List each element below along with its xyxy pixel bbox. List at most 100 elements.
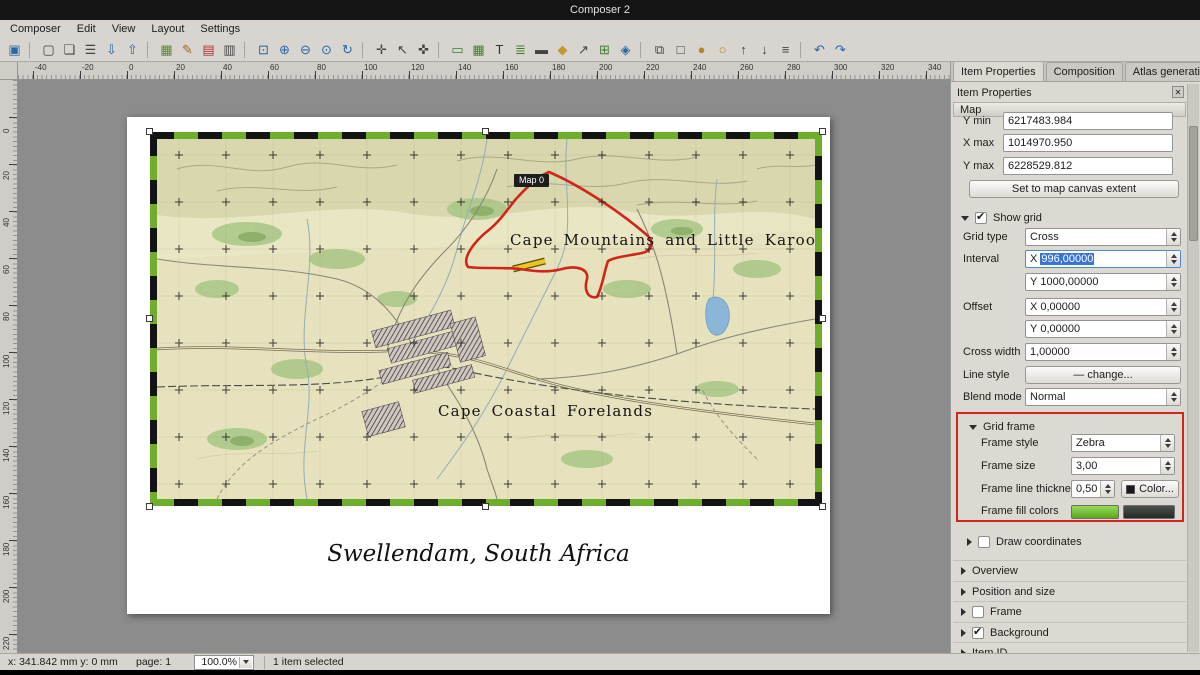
- selection-handle[interactable]: [146, 503, 153, 510]
- selection-handle[interactable]: [819, 128, 826, 135]
- panel-close-icon[interactable]: [1172, 86, 1184, 98]
- add-shape-icon[interactable]: ◆: [552, 40, 573, 60]
- x-max-input[interactable]: 1014970.950: [1003, 134, 1173, 152]
- add-image-icon[interactable]: ▦: [468, 40, 489, 60]
- add-map-icon[interactable]: ▭: [447, 40, 468, 60]
- selection-handle[interactable]: [482, 128, 489, 135]
- tab-composition[interactable]: Composition: [1046, 62, 1123, 81]
- chevron-down-icon[interactable]: [239, 657, 252, 668]
- add-scalebar-icon[interactable]: ▬: [531, 40, 552, 60]
- load-template-icon[interactable]: ⇩: [101, 40, 122, 60]
- set-to-map-canvas-extent-button[interactable]: Set to map canvas extent: [969, 180, 1179, 198]
- expand-arrow-icon[interactable]: [967, 538, 972, 546]
- move-item-content-icon[interactable]: ✜: [413, 40, 434, 60]
- add-table-icon[interactable]: ⊞: [594, 40, 615, 60]
- selection-handle[interactable]: [146, 128, 153, 135]
- spinner-arrows-icon[interactable]: [1160, 458, 1174, 474]
- spinner-arrows-icon[interactable]: [1160, 435, 1174, 451]
- frame-fill-color2-button[interactable]: [1123, 505, 1175, 519]
- save-project-icon[interactable]: ▣: [4, 40, 25, 60]
- zoom-in-icon[interactable]: ⊕: [274, 40, 295, 60]
- export-image-icon[interactable]: ▦: [156, 40, 177, 60]
- tab-atlas-generation[interactable]: Atlas generation: [1125, 62, 1200, 81]
- frame-color-button[interactable]: Color...: [1121, 480, 1179, 498]
- select-move-item-icon[interactable]: ↖: [392, 40, 413, 60]
- selection-handle[interactable]: [146, 315, 153, 322]
- scrollbar-thumb[interactable]: [1189, 126, 1198, 241]
- menu-settings[interactable]: Settings: [192, 22, 248, 36]
- add-arrow-icon[interactable]: ↗: [573, 40, 594, 60]
- align-items-icon[interactable]: ≡: [775, 40, 796, 60]
- composition-title-label[interactable]: Swellendam, South Africa: [127, 541, 830, 567]
- expand-arrow-icon[interactable]: [961, 588, 966, 596]
- redo-icon[interactable]: ↷: [830, 40, 851, 60]
- offset-y-spinbox[interactable]: Y 0,00000: [1025, 320, 1181, 338]
- unlock-items-icon[interactable]: ○: [712, 40, 733, 60]
- composition-page[interactable]: Map 0 Cape Mountains and Little Karoo Ca…: [127, 117, 830, 614]
- show-grid-checkbox[interactable]: [975, 212, 987, 224]
- new-composer-icon[interactable]: ▢: [38, 40, 59, 60]
- offset-x-spinbox[interactable]: X 0,00000: [1025, 298, 1181, 316]
- expand-arrow-icon[interactable]: [961, 567, 966, 575]
- line-style-change-button[interactable]: — change...: [1025, 366, 1181, 384]
- spinner-arrows-icon[interactable]: [1166, 389, 1180, 405]
- menu-composer[interactable]: Composer: [2, 22, 69, 36]
- spinner-arrows-icon[interactable]: [1166, 321, 1180, 337]
- y-min-input[interactable]: 6217483.984: [1003, 112, 1173, 130]
- frame-checkbox[interactable]: [972, 606, 984, 618]
- interval-x-spinbox[interactable]: X 996,00000: [1025, 250, 1181, 268]
- grid-type-combobox[interactable]: Cross: [1025, 228, 1181, 246]
- frame-style-combobox[interactable]: Zebra: [1071, 434, 1175, 452]
- menu-view[interactable]: View: [104, 22, 144, 36]
- panel-scrollbar[interactable]: [1187, 84, 1199, 652]
- lower-items-icon[interactable]: ↓: [754, 40, 775, 60]
- spinner-arrows-icon[interactable]: [1166, 344, 1180, 360]
- expand-arrow-icon[interactable]: [961, 608, 966, 616]
- interval-y-spinbox[interactable]: Y 1000,00000: [1025, 273, 1181, 291]
- zoom-full-icon[interactable]: ⊡: [253, 40, 274, 60]
- ungroup-items-icon[interactable]: □: [670, 40, 691, 60]
- blend-mode-combobox[interactable]: Normal: [1025, 388, 1181, 406]
- print-icon[interactable]: ▥: [219, 40, 240, 60]
- frame-line-thickness-spinbox[interactable]: 0,50: [1071, 480, 1115, 498]
- pan-icon[interactable]: ✛: [371, 40, 392, 60]
- group-items-icon[interactable]: ⧉: [649, 40, 670, 60]
- tab-item-properties[interactable]: Item Properties: [953, 62, 1044, 81]
- y-max-input[interactable]: 6228529.812: [1003, 157, 1173, 175]
- add-html-icon[interactable]: ◈: [615, 40, 636, 60]
- save-template-icon[interactable]: ⇧: [122, 40, 143, 60]
- zoom-level-combobox[interactable]: 100.0%: [194, 655, 254, 670]
- map-item[interactable]: Map 0 Cape Mountains and Little Karoo Ca…: [150, 132, 822, 506]
- composer-manager-icon[interactable]: ☰: [80, 40, 101, 60]
- menu-edit[interactable]: Edit: [69, 22, 104, 36]
- duplicate-composer-icon[interactable]: ❏: [59, 40, 80, 60]
- spinner-arrows-icon[interactable]: [1166, 251, 1180, 267]
- add-label-icon[interactable]: T: [489, 40, 510, 60]
- raise-items-icon[interactable]: ↑: [733, 40, 754, 60]
- spinner-arrows-icon[interactable]: [1166, 229, 1180, 245]
- zoom-actual-icon[interactable]: ⊙: [316, 40, 337, 60]
- zoom-out-icon[interactable]: ⊖: [295, 40, 316, 60]
- selection-handle[interactable]: [482, 503, 489, 510]
- selection-handle[interactable]: [819, 315, 826, 322]
- frame-size-spinbox[interactable]: 3,00: [1071, 457, 1175, 475]
- collapse-arrow-icon[interactable]: [961, 216, 969, 221]
- map-canvas[interactable]: [157, 139, 815, 499]
- cross-width-spinbox[interactable]: 1,00000: [1025, 343, 1181, 361]
- spinner-arrows-icon[interactable]: [1166, 274, 1180, 290]
- expand-arrow-icon[interactable]: [961, 629, 966, 637]
- menu-layout[interactable]: Layout: [143, 22, 192, 36]
- undo-icon[interactable]: ↶: [809, 40, 830, 60]
- export-pdf-icon[interactable]: ▤: [198, 40, 219, 60]
- frame-fill-color1-button[interactable]: [1071, 505, 1119, 519]
- export-svg-icon[interactable]: ✎: [177, 40, 198, 60]
- spinner-arrows-icon[interactable]: [1166, 299, 1180, 315]
- lock-items-icon[interactable]: ●: [691, 40, 712, 60]
- spinner-arrows-icon[interactable]: [1100, 481, 1114, 497]
- collapse-arrow-icon[interactable]: [969, 425, 977, 430]
- background-checkbox[interactable]: [972, 627, 984, 639]
- composer-canvas[interactable]: Map 0 Cape Mountains and Little Karoo Ca…: [18, 80, 950, 653]
- draw-coordinates-checkbox[interactable]: [978, 536, 990, 548]
- add-legend-icon[interactable]: ≣: [510, 40, 531, 60]
- selection-handle[interactable]: [819, 503, 826, 510]
